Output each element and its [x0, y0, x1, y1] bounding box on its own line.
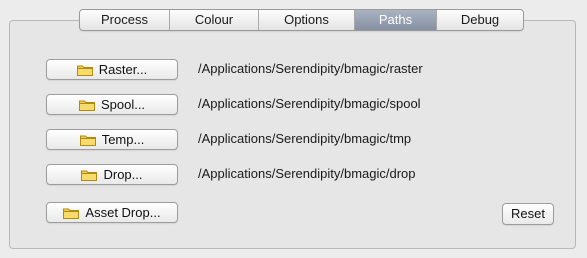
raster-path: /Applications/Serendipity/bmagic/raster — [198, 61, 423, 76]
temp-button[interactable]: Temp... — [46, 129, 178, 150]
drop-button[interactable]: Drop... — [46, 164, 178, 185]
asset-drop-button[interactable]: Asset Drop... — [46, 202, 178, 223]
spool-button[interactable]: Spool... — [46, 94, 178, 115]
tab-colour[interactable]: Colour — [170, 10, 259, 30]
drop-path: /Applications/Serendipity/bmagic/drop — [198, 166, 416, 181]
raster-button[interactable]: Raster... — [46, 59, 178, 80]
drop-button-label: Drop... — [103, 167, 143, 182]
tab-process[interactable]: Process — [80, 10, 170, 30]
spool-path: /Applications/Serendipity/bmagic/spool — [198, 96, 421, 111]
tab-bar: Process Colour Options Paths Debug — [79, 9, 524, 31]
folder-icon — [78, 99, 95, 111]
tab-options[interactable]: Options — [259, 10, 355, 30]
temp-path: /Applications/Serendipity/bmagic/tmp — [198, 131, 412, 146]
folder-icon — [63, 207, 80, 219]
asset-drop-button-label: Asset Drop... — [85, 205, 161, 220]
temp-button-label: Temp... — [101, 132, 145, 147]
tab-paths[interactable]: Paths — [355, 10, 437, 30]
tab-debug[interactable]: Debug — [437, 10, 523, 30]
reset-button[interactable]: Reset — [502, 203, 554, 225]
folder-icon — [81, 169, 98, 181]
raster-button-label: Raster... — [98, 62, 148, 77]
folder-icon — [79, 134, 96, 146]
spool-button-label: Spool... — [100, 97, 146, 112]
folder-icon — [76, 64, 93, 76]
